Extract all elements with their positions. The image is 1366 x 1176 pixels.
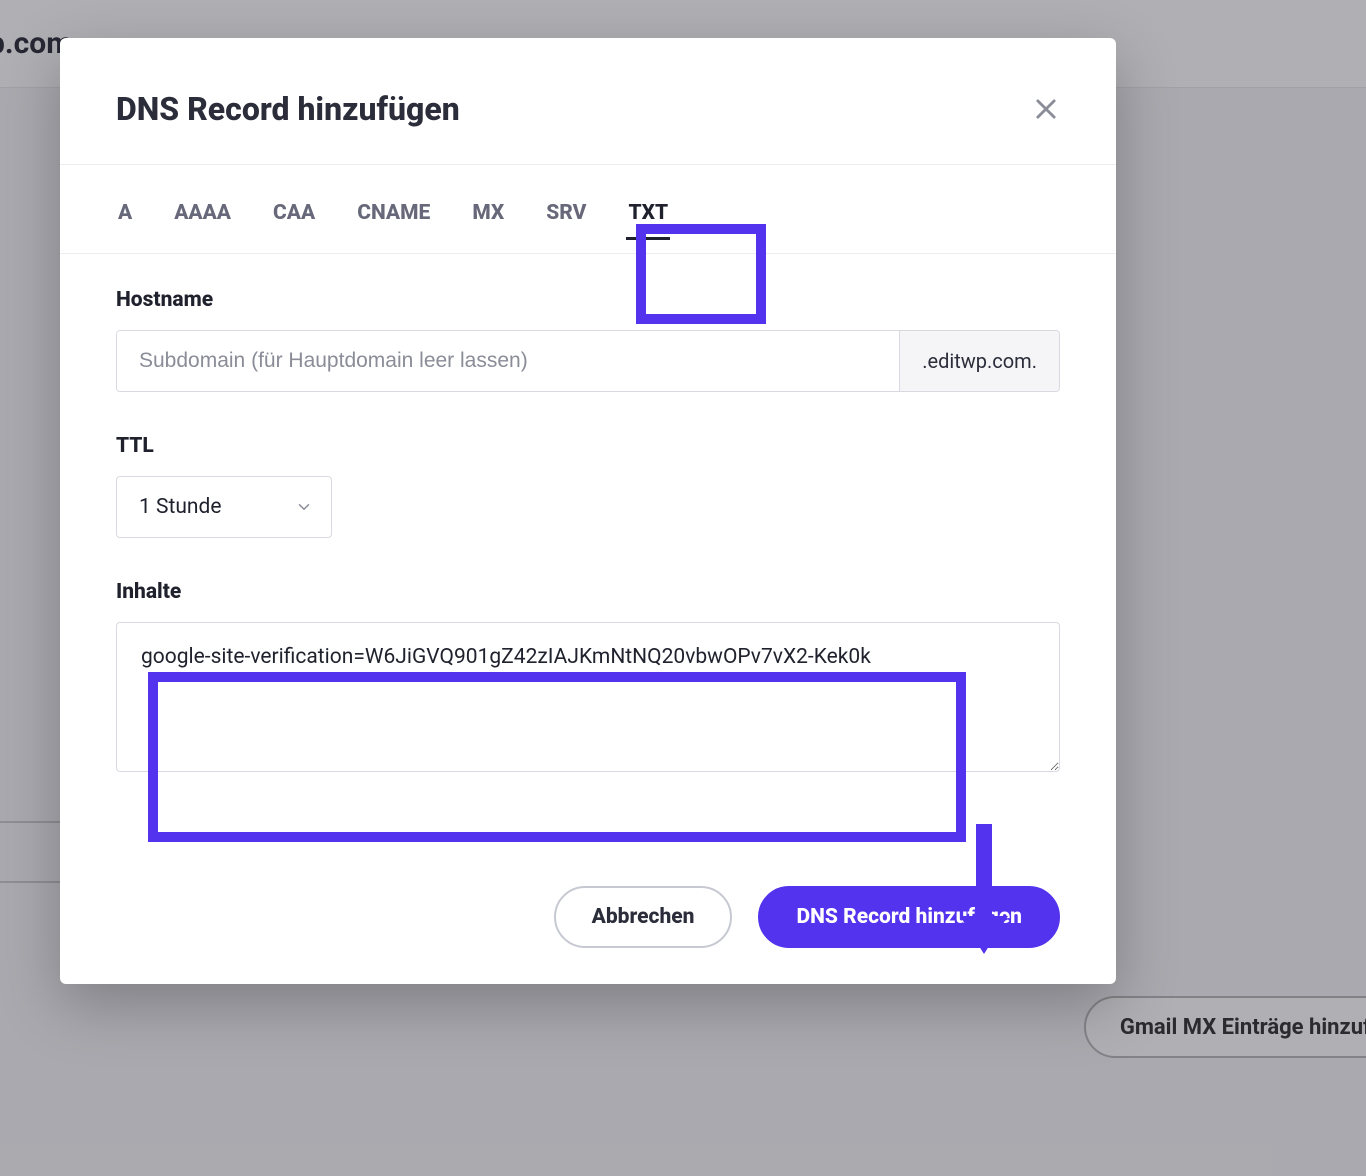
submit-button[interactable]: DNS Record hinzufügen: [758, 886, 1060, 948]
tab-cname[interactable]: CNAME: [355, 195, 432, 239]
tab-srv[interactable]: SRV: [544, 195, 588, 239]
tab-a[interactable]: A: [116, 195, 134, 239]
chevron-down-icon: [295, 498, 313, 516]
hostname-label: Hostname: [116, 288, 1060, 312]
hostname-field-wrapper: .editwp.com.: [116, 330, 1060, 392]
modal-footer: Abbrechen DNS Record hinzufügen: [60, 776, 1116, 984]
tab-caa[interactable]: CAA: [271, 195, 317, 239]
record-type-tabs: A AAAA CAA CNAME MX SRV TXT: [60, 165, 1116, 254]
tab-aaaa[interactable]: AAAA: [172, 195, 233, 239]
tab-txt[interactable]: TXT: [626, 195, 670, 239]
hostname-suffix: .editwp.com.: [899, 331, 1059, 391]
ttl-select[interactable]: 1 Stunde: [116, 476, 332, 538]
modal-title: DNS Record hinzufügen: [116, 90, 460, 128]
cancel-button[interactable]: Abbrechen: [554, 886, 733, 948]
modal-header: DNS Record hinzufügen: [60, 38, 1116, 164]
content-textarea[interactable]: [116, 622, 1060, 772]
content-label: Inhalte: [116, 580, 1060, 604]
add-dns-record-modal: DNS Record hinzufügen A AAAA CAA CNAME M…: [60, 38, 1116, 984]
ttl-value: 1 Stunde: [139, 495, 222, 519]
record-form: Hostname .editwp.com. TTL 1 Stunde Inhal…: [60, 254, 1116, 776]
close-icon[interactable]: [1032, 95, 1060, 123]
ttl-label: TTL: [116, 434, 1060, 458]
hostname-input[interactable]: [117, 331, 899, 391]
tab-mx[interactable]: MX: [470, 195, 506, 239]
